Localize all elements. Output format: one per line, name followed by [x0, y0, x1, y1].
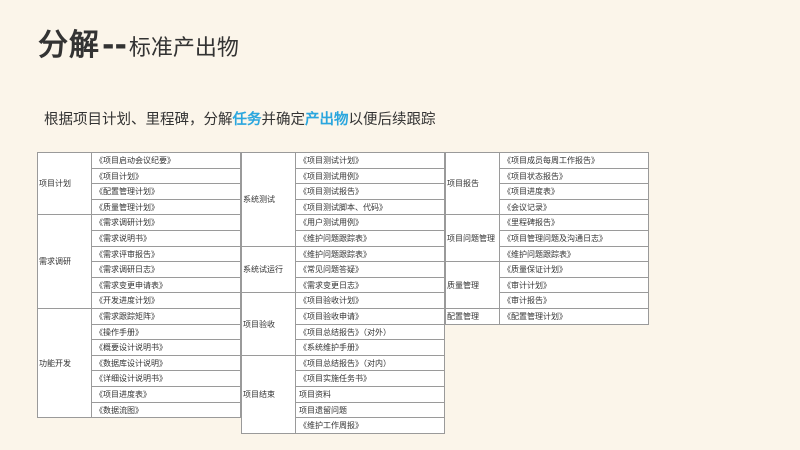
highlight-deliverable: 产出物	[305, 112, 349, 128]
deliverable-item: 《审计报告》	[500, 293, 649, 309]
deliverable-item: 《审计计划》	[500, 277, 649, 294]
group-items: 《项目验收计划》 《项目验收申请》 《项目总结报告》（对外） 《系统维护手册》	[296, 293, 445, 356]
deliverable-item: 《项目验收计划》	[296, 293, 445, 309]
deliverable-item: 《用户测试用例》	[296, 215, 445, 231]
group-label: 功能开发	[38, 308, 92, 419]
group-items: 《需求调研计划》 《需求说明书》 《需求评审报告》 《需求调研日志》 《需求变更申请表》…	[92, 215, 241, 309]
table-group: 质量管理 《质量保证计划》 《审计计划》 《审计报告》	[446, 262, 649, 309]
title-main: 分解	[38, 28, 100, 63]
deliverable-item: 《维护问题跟踪表》	[296, 246, 445, 263]
group-label: 项目计划	[38, 153, 92, 216]
deliverables-table-3: 项目报告 《项目成员每周工作报告》 《项目状态报告》 《项目进度表》 《会议记录》 项目问…	[445, 152, 649, 325]
page-title: 分解 -- 标准产出物	[38, 20, 239, 64]
description-text-2: 并确定	[261, 112, 306, 128]
group-label: 质量管理	[446, 262, 500, 309]
description-text-3: 以便后续跟踪	[348, 112, 436, 128]
table-group: 功能开发 《需求跟踪矩阵》 《操作手册》 《概要设计说明书》 《数据库设计说明》 《详细设…	[38, 308, 241, 419]
deliverable-item: 《配置管理计划》	[500, 308, 649, 325]
group-items: 《配置管理计划》	[500, 308, 649, 325]
deliverable-item: 《项目总结报告》（对内）	[296, 355, 445, 372]
deliverable-item: 项目资料	[296, 386, 445, 403]
group-label: 系统试运行	[242, 246, 296, 294]
group-items: 《质量保证计划》 《审计计划》 《审计报告》	[500, 262, 649, 309]
deliverable-item: 《项目验收申请》	[296, 308, 445, 325]
table-group: 系统试运行 《维护问题跟踪表》 《常见问题答疑》 《需求变更日志》	[242, 246, 445, 294]
deliverable-item: 《操作手册》	[92, 324, 241, 341]
deliverable-item: 《会议记录》	[500, 199, 649, 216]
deliverable-item: 《需求评审报告》	[92, 246, 241, 263]
deliverables-table-1: 项目计划 《项目启动会议纪要》 《项目计划》 《配置管理计划》 《质量管理计划》 需求调研…	[37, 152, 241, 419]
description-line: 根据项目计划、里程碑，分解任务并确定产出物以便后续跟踪	[44, 108, 436, 129]
highlight-task: 任务	[232, 112, 262, 128]
deliverable-item: 《项目测试报告》	[296, 184, 445, 200]
table-group: 项目验收 《项目验收计划》 《项目验收申请》 《项目总结报告》（对外） 《系统维护手册》	[242, 293, 445, 356]
deliverable-item: 《系统维护手册》	[296, 340, 445, 356]
deliverables-table-2: 系统测试 《项目测试计划》 《项目测试用例》 《项目测试报告》 《项目测试脚本、代码》《…	[241, 152, 445, 434]
deliverable-item: 《数据流图》	[92, 402, 241, 419]
deliverable-item: 《数据库设计说明》	[92, 355, 241, 372]
deliverable-item: 《项目实施任务书》	[296, 371, 445, 387]
deliverable-item: 《需求调研日志》	[92, 262, 241, 278]
deliverable-item: 《项目计划》	[92, 168, 241, 185]
table-group: 项目问题管理 《里程碑报告》 《项目管理问题及沟通日志》 《维护问题跟踪表》	[446, 215, 649, 263]
deliverable-item: 《项目启动会议纪要》	[92, 153, 241, 169]
group-items: 《项目测试计划》 《项目测试用例》 《项目测试报告》 《项目测试脚本、代码》 《用户测试…	[296, 153, 445, 247]
deliverable-item: 《需求变更申请表》	[92, 277, 241, 294]
deliverable-item: 《项目成员每周工作报告》	[500, 153, 649, 169]
deliverable-item: 《维护工作周报》	[296, 418, 445, 434]
group-items: 《里程碑报告》 《项目管理问题及沟通日志》 《维护问题跟踪表》	[500, 215, 649, 263]
group-items: 《维护问题跟踪表》 《常见问题答疑》 《需求变更日志》	[296, 246, 445, 294]
deliverable-item: 《常见问题答疑》	[296, 262, 445, 278]
deliverable-item: 《需求跟踪矩阵》	[92, 308, 241, 325]
deliverable-item: 《需求变更日志》	[296, 277, 445, 294]
deliverable-item: 《项目管理问题及沟通日志》	[500, 230, 649, 247]
group-items: 《项目总结报告》（对内） 《项目实施任务书》 项目资料 项目遗留问题 《维护工作周报》	[296, 355, 445, 434]
deliverable-item: 《配置管理计划》	[92, 184, 241, 200]
deliverable-item: 《项目状态报告》	[500, 168, 649, 185]
deliverable-item: 《详细设计说明书》	[92, 371, 241, 387]
table-group: 项目结束 《项目总结报告》（对内） 《项目实施任务书》 项目资料 项目遗留问题 《维护工作…	[242, 355, 445, 434]
table-group: 项目报告 《项目成员每周工作报告》 《项目状态报告》 《项目进度表》 《会议记录》	[446, 153, 649, 216]
group-label: 需求调研	[38, 215, 92, 309]
deliverable-item: 《项目测试计划》	[296, 153, 445, 169]
title-subtitle: 标准产出物	[128, 36, 239, 61]
deliverable-item: 《需求调研计划》	[92, 215, 241, 231]
table-group: 系统测试 《项目测试计划》 《项目测试用例》 《项目测试报告》 《项目测试脚本、代码》《…	[242, 153, 445, 247]
group-label: 项目验收	[242, 293, 296, 356]
group-label: 项目报告	[446, 153, 500, 216]
group-items: 《项目启动会议纪要》 《项目计划》 《配置管理计划》 《质量管理计划》	[92, 153, 241, 216]
group-label: 配置管理	[446, 308, 500, 325]
title-separator: --	[102, 28, 127, 63]
deliverable-item: 《质量管理计划》	[92, 199, 241, 216]
deliverable-item: 《里程碑报告》	[500, 215, 649, 231]
group-label: 系统测试	[242, 153, 296, 247]
deliverable-item: 《需求说明书》	[92, 230, 241, 247]
deliverable-item: 《项目测试用例》	[296, 168, 445, 185]
deliverable-item: 项目遗留问题	[296, 402, 445, 419]
table-group: 配置管理 《配置管理计划》	[446, 308, 649, 325]
deliverable-item: 《概要设计说明书》	[92, 340, 241, 356]
group-items: 《项目成员每周工作报告》 《项目状态报告》 《项目进度表》 《会议记录》	[500, 153, 649, 216]
deliverable-item: 《项目进度表》	[92, 386, 241, 403]
deliverable-item: 《项目测试脚本、代码》	[296, 199, 445, 216]
deliverable-item: 《质量保证计划》	[500, 262, 649, 278]
deliverable-item: 《维护问题跟踪表》	[500, 246, 649, 263]
group-label: 项目结束	[242, 355, 296, 434]
group-label: 项目问题管理	[446, 215, 500, 263]
deliverable-item: 《开发进度计划》	[92, 293, 241, 309]
table-group: 需求调研 《需求调研计划》 《需求说明书》 《需求评审报告》 《需求调研日志》 《需求变更…	[38, 215, 241, 309]
deliverable-item: 《项目进度表》	[500, 184, 649, 200]
deliverable-item: 《维护问题跟踪表》	[296, 230, 445, 247]
group-items: 《需求跟踪矩阵》 《操作手册》 《概要设计说明书》 《数据库设计说明》 《详细设计说明书…	[92, 308, 241, 419]
table-group: 项目计划 《项目启动会议纪要》 《项目计划》 《配置管理计划》 《质量管理计划》	[38, 153, 241, 216]
deliverable-item: 《项目总结报告》（对外）	[296, 324, 445, 341]
description-text-1: 根据项目计划、里程碑，分解	[44, 112, 233, 128]
